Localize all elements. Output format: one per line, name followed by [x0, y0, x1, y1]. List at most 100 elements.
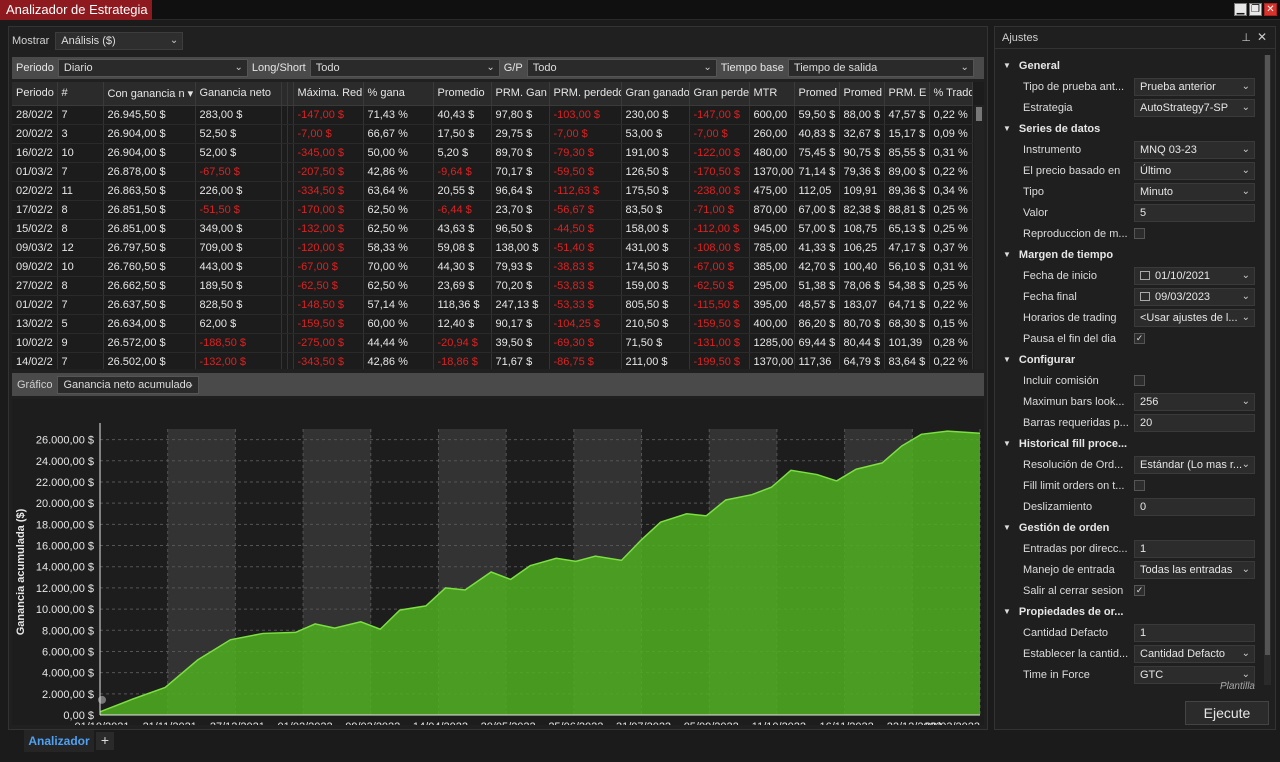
property-checkbox[interactable]: ✓ [1134, 585, 1145, 596]
pin-icon[interactable]: ⊥ [1241, 31, 1251, 44]
property-checkbox[interactable]: ✓ [1134, 333, 1145, 344]
table-cell: 117,36 [794, 352, 840, 369]
table-row[interactable]: 02/02/2 11 26.863,50 $226,00 $ -334,50 $63,… [12, 181, 973, 201]
table-row[interactable]: 20/02/2 3 26.904,00 $52,50 $ -7,00 $66,67 %… [12, 124, 973, 144]
table-row[interactable]: 28/02/2 7 26.945,50 $283,00 $ -147,00 $71,4… [12, 105, 973, 125]
property-input[interactable]: 20 [1134, 413, 1255, 432]
scroll-thumb[interactable] [1265, 55, 1270, 655]
column-header[interactable]: Con ganancia n ▾ [103, 82, 196, 106]
column-header[interactable]: MTR [749, 82, 795, 106]
table-row[interactable]: 13/02/2 5 26.634,00 $62,00 $ -159,50 $60,00… [12, 314, 973, 334]
caret-down-icon[interactable]: ▼ [1003, 607, 1011, 616]
table-row[interactable]: 17/02/2 8 26.851,50 $ -51,50 $ -170,00 $62,5… [12, 200, 973, 220]
period-select[interactable]: Diario ⌄ [57, 59, 248, 77]
table-row[interactable]: 15/02/2 8 26.851,00 $349,00 $ -132,00 $62,5… [12, 219, 973, 239]
property-select[interactable]: Prueba anterior ⌄ [1134, 77, 1255, 96]
settings-section[interactable]: ▼ Series de datos [995, 118, 1263, 139]
caret-down-icon[interactable]: ▼ [1003, 250, 1011, 259]
property-label: Fecha de inicio [1023, 269, 1097, 282]
section-title: General [1018, 59, 1060, 72]
table-row[interactable]: 09/02/2 10 26.760,50 $443,00 $ -67,00 $70,0… [12, 257, 973, 277]
property-select[interactable]: Todas las entradas ⌄ [1134, 560, 1255, 579]
property-select[interactable]: 256 ⌄ [1134, 392, 1255, 411]
column-header[interactable]: PRM. E [884, 82, 930, 106]
column-header[interactable]: # [57, 82, 104, 106]
property-select[interactable]: <Usar ajustes de l... ⌄ [1134, 308, 1255, 327]
property-checkbox[interactable] [1134, 375, 1145, 386]
settings-section[interactable]: ▼ General [995, 55, 1263, 76]
settings-section[interactable]: ▼ Historical fill proce... [995, 433, 1263, 454]
minimize-button[interactable]: ▁ [1234, 3, 1247, 16]
table-cell: 11 [57, 181, 104, 201]
property-select[interactable]: Estándar (Lo mas r... ⌄ [1134, 455, 1255, 474]
column-header[interactable]: % Trado [929, 82, 973, 106]
table-row[interactable]: 27/02/2 8 26.662,50 $189,50 $ -62,50 $62,50… [12, 276, 973, 296]
property-select[interactable]: Último ⌄ [1134, 161, 1255, 180]
column-header[interactable]: PRM. perdedo [549, 82, 622, 106]
settings-section[interactable]: ▼ Propiedades de or... [995, 601, 1263, 622]
property-select[interactable]: Cantidad Defacto ⌄ [1134, 644, 1255, 663]
settings-section[interactable]: ▼ Configurar [995, 349, 1263, 370]
column-header[interactable]: Promed [794, 82, 840, 106]
table-row[interactable]: 01/02/2 7 26.637,50 $828,50 $ -148,50 $57,1… [12, 295, 973, 315]
column-header[interactable]: Periodo [12, 82, 58, 106]
template-link[interactable]: Plantilla [1220, 681, 1255, 692]
caret-down-icon[interactable]: ▼ [1003, 523, 1011, 532]
property-select[interactable]: AutoStrategy7-SP ⌄ [1134, 98, 1255, 117]
calendar-icon[interactable] [1140, 270, 1150, 280]
table-cell: 13/02/2 [12, 314, 58, 334]
column-header[interactable]: PRM. Gan [491, 82, 550, 106]
property-select[interactable]: Minuto ⌄ [1134, 182, 1255, 201]
caret-down-icon[interactable]: ▼ [1003, 439, 1011, 448]
tab-analizador[interactable]: Analizador [24, 730, 94, 752]
run-button[interactable]: Ejecute [1185, 701, 1269, 725]
property-input[interactable]: 1 [1134, 539, 1255, 558]
column-header[interactable]: Ganancia neto [195, 82, 282, 106]
column-header[interactable]: Promedio [433, 82, 492, 106]
caret-down-icon[interactable]: ▼ [1003, 61, 1011, 70]
property-label: Pausa el fin del dia [1023, 332, 1116, 345]
column-header[interactable]: Gran ganado [621, 82, 690, 106]
column-header[interactable]: Máxima. Red [293, 82, 364, 106]
table-cell: 443,00 $ [195, 257, 282, 277]
graph-select[interactable]: Ganancia neto acumulado ⌄ [57, 375, 200, 394]
column-header[interactable]: Gran perde [689, 82, 750, 106]
table-row[interactable]: 16/02/2 10 26.904,00 $52,00 $ -345,00 $50,0… [12, 143, 973, 163]
table-cell: 88,00 $ [839, 105, 885, 125]
caret-down-icon[interactable]: ▼ [1003, 124, 1011, 133]
close-button[interactable]: ✕ [1264, 3, 1277, 16]
show-select[interactable]: Análisis ($) ⌄ [55, 32, 184, 50]
property-checkbox[interactable] [1134, 228, 1145, 239]
add-tab-button[interactable]: + [96, 732, 114, 750]
restore-button[interactable]: ❐ [1249, 3, 1262, 16]
table-cell: 57,14 % [363, 295, 434, 315]
gp-select[interactable]: Todo ⌄ [526, 59, 717, 77]
scroll-thumb[interactable] [976, 107, 982, 121]
property-input[interactable]: 1 [1134, 623, 1255, 642]
table-cell: -343,50 $ [293, 352, 364, 369]
property-select[interactable]: 01/10/2021 ⌄ [1134, 266, 1255, 285]
property-input[interactable]: 0 [1134, 497, 1255, 516]
table-row[interactable]: 14/02/2 7 26.502,00 $ -132,00 $ -343,50 $42,… [12, 352, 973, 369]
longshort-select[interactable]: Todo ⌄ [309, 59, 500, 77]
property-select[interactable]: 09/03/2023 ⌄ [1134, 287, 1255, 306]
property-checkbox[interactable] [1134, 480, 1145, 491]
table-cell: 158,00 $ [621, 219, 690, 239]
settings-section[interactable]: ▼ Margen de tiempo [995, 244, 1263, 265]
calendar-icon[interactable] [1140, 291, 1150, 301]
table-row[interactable]: 09/03/2 12 26.797,50 $709,00 $ -120,00 $58,… [12, 238, 973, 258]
table-row[interactable]: 10/02/2 9 26.572,00 $ -188,50 $ -275,00 $44,… [12, 333, 973, 353]
property-select[interactable]: MNQ 03-23 ⌄ [1134, 140, 1255, 159]
table-cell: 32,67 $ [839, 124, 885, 144]
timebase-select[interactable]: Tiempo de salida ⌄ [787, 59, 974, 77]
property-input[interactable]: 5 [1134, 203, 1255, 222]
column-header[interactable]: % gana [363, 82, 434, 106]
close-icon[interactable]: ✕ [1257, 30, 1267, 44]
settings-scrollbar[interactable] [1264, 55, 1271, 685]
table-row[interactable]: 01/03/2 7 26.878,00 $ -67,50 $ -207,50 $42,8… [12, 162, 973, 182]
grid-scrollbar[interactable] [974, 105, 984, 369]
settings-section[interactable]: ▼ Gestión de orden [995, 517, 1263, 538]
table-cell: -62,50 $ [293, 276, 364, 296]
caret-down-icon[interactable]: ▼ [1003, 355, 1011, 364]
column-header[interactable]: Promed [839, 82, 885, 106]
